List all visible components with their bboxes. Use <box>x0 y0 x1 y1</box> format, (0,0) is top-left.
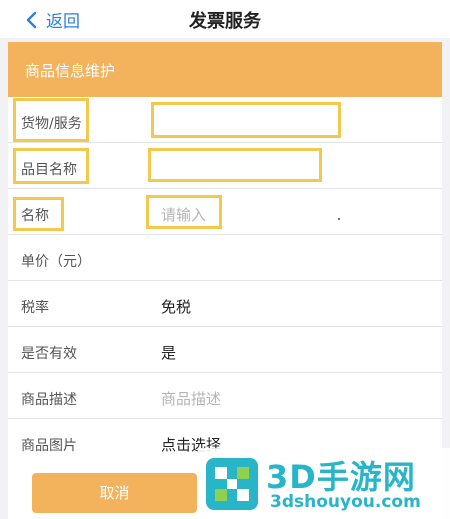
description-label: 商品描述 <box>21 392 77 408</box>
page-title: 发票服务 <box>189 11 261 32</box>
highlight-category-field <box>148 148 322 182</box>
tax-rate-value: 免税 <box>161 298 192 316</box>
name-row: 名称 请输入 <box>8 189 442 235</box>
highlight-category-label <box>13 148 89 184</box>
valid-label: 是否有效 <box>21 346 77 362</box>
description-input[interactable]: 商品描述 <box>161 388 221 409</box>
valid-row[interactable]: 是否有效 是 <box>8 327 442 373</box>
highlight-name-field <box>146 195 222 229</box>
watermark-url: 3dshouyou.com <box>270 492 421 512</box>
tax-rate-row[interactable]: 税率 免税 <box>8 281 442 327</box>
watermark: 3D手游网 3dshouyou.com <box>198 448 450 519</box>
unit-price-row: 单价（元） <box>8 235 442 281</box>
nav-bar: 返回 发票服务 <box>0 0 450 38</box>
unit-price-label: 单价（元） <box>21 254 91 270</box>
valid-value: 是 <box>161 344 177 362</box>
highlight-goods-service-label <box>13 98 89 142</box>
watermark-logo-icon <box>206 458 258 510</box>
stray-dot <box>338 218 340 220</box>
highlight-goods-service-field <box>151 102 341 138</box>
section-banner: 商品信息维护 <box>8 42 442 97</box>
cancel-button[interactable]: 取消 <box>32 473 197 513</box>
tax-rate-label: 税率 <box>21 300 49 316</box>
description-row: 商品描述 商品描述 <box>8 373 442 419</box>
image-label: 商品图片 <box>21 438 77 454</box>
highlight-name-label <box>13 197 64 231</box>
